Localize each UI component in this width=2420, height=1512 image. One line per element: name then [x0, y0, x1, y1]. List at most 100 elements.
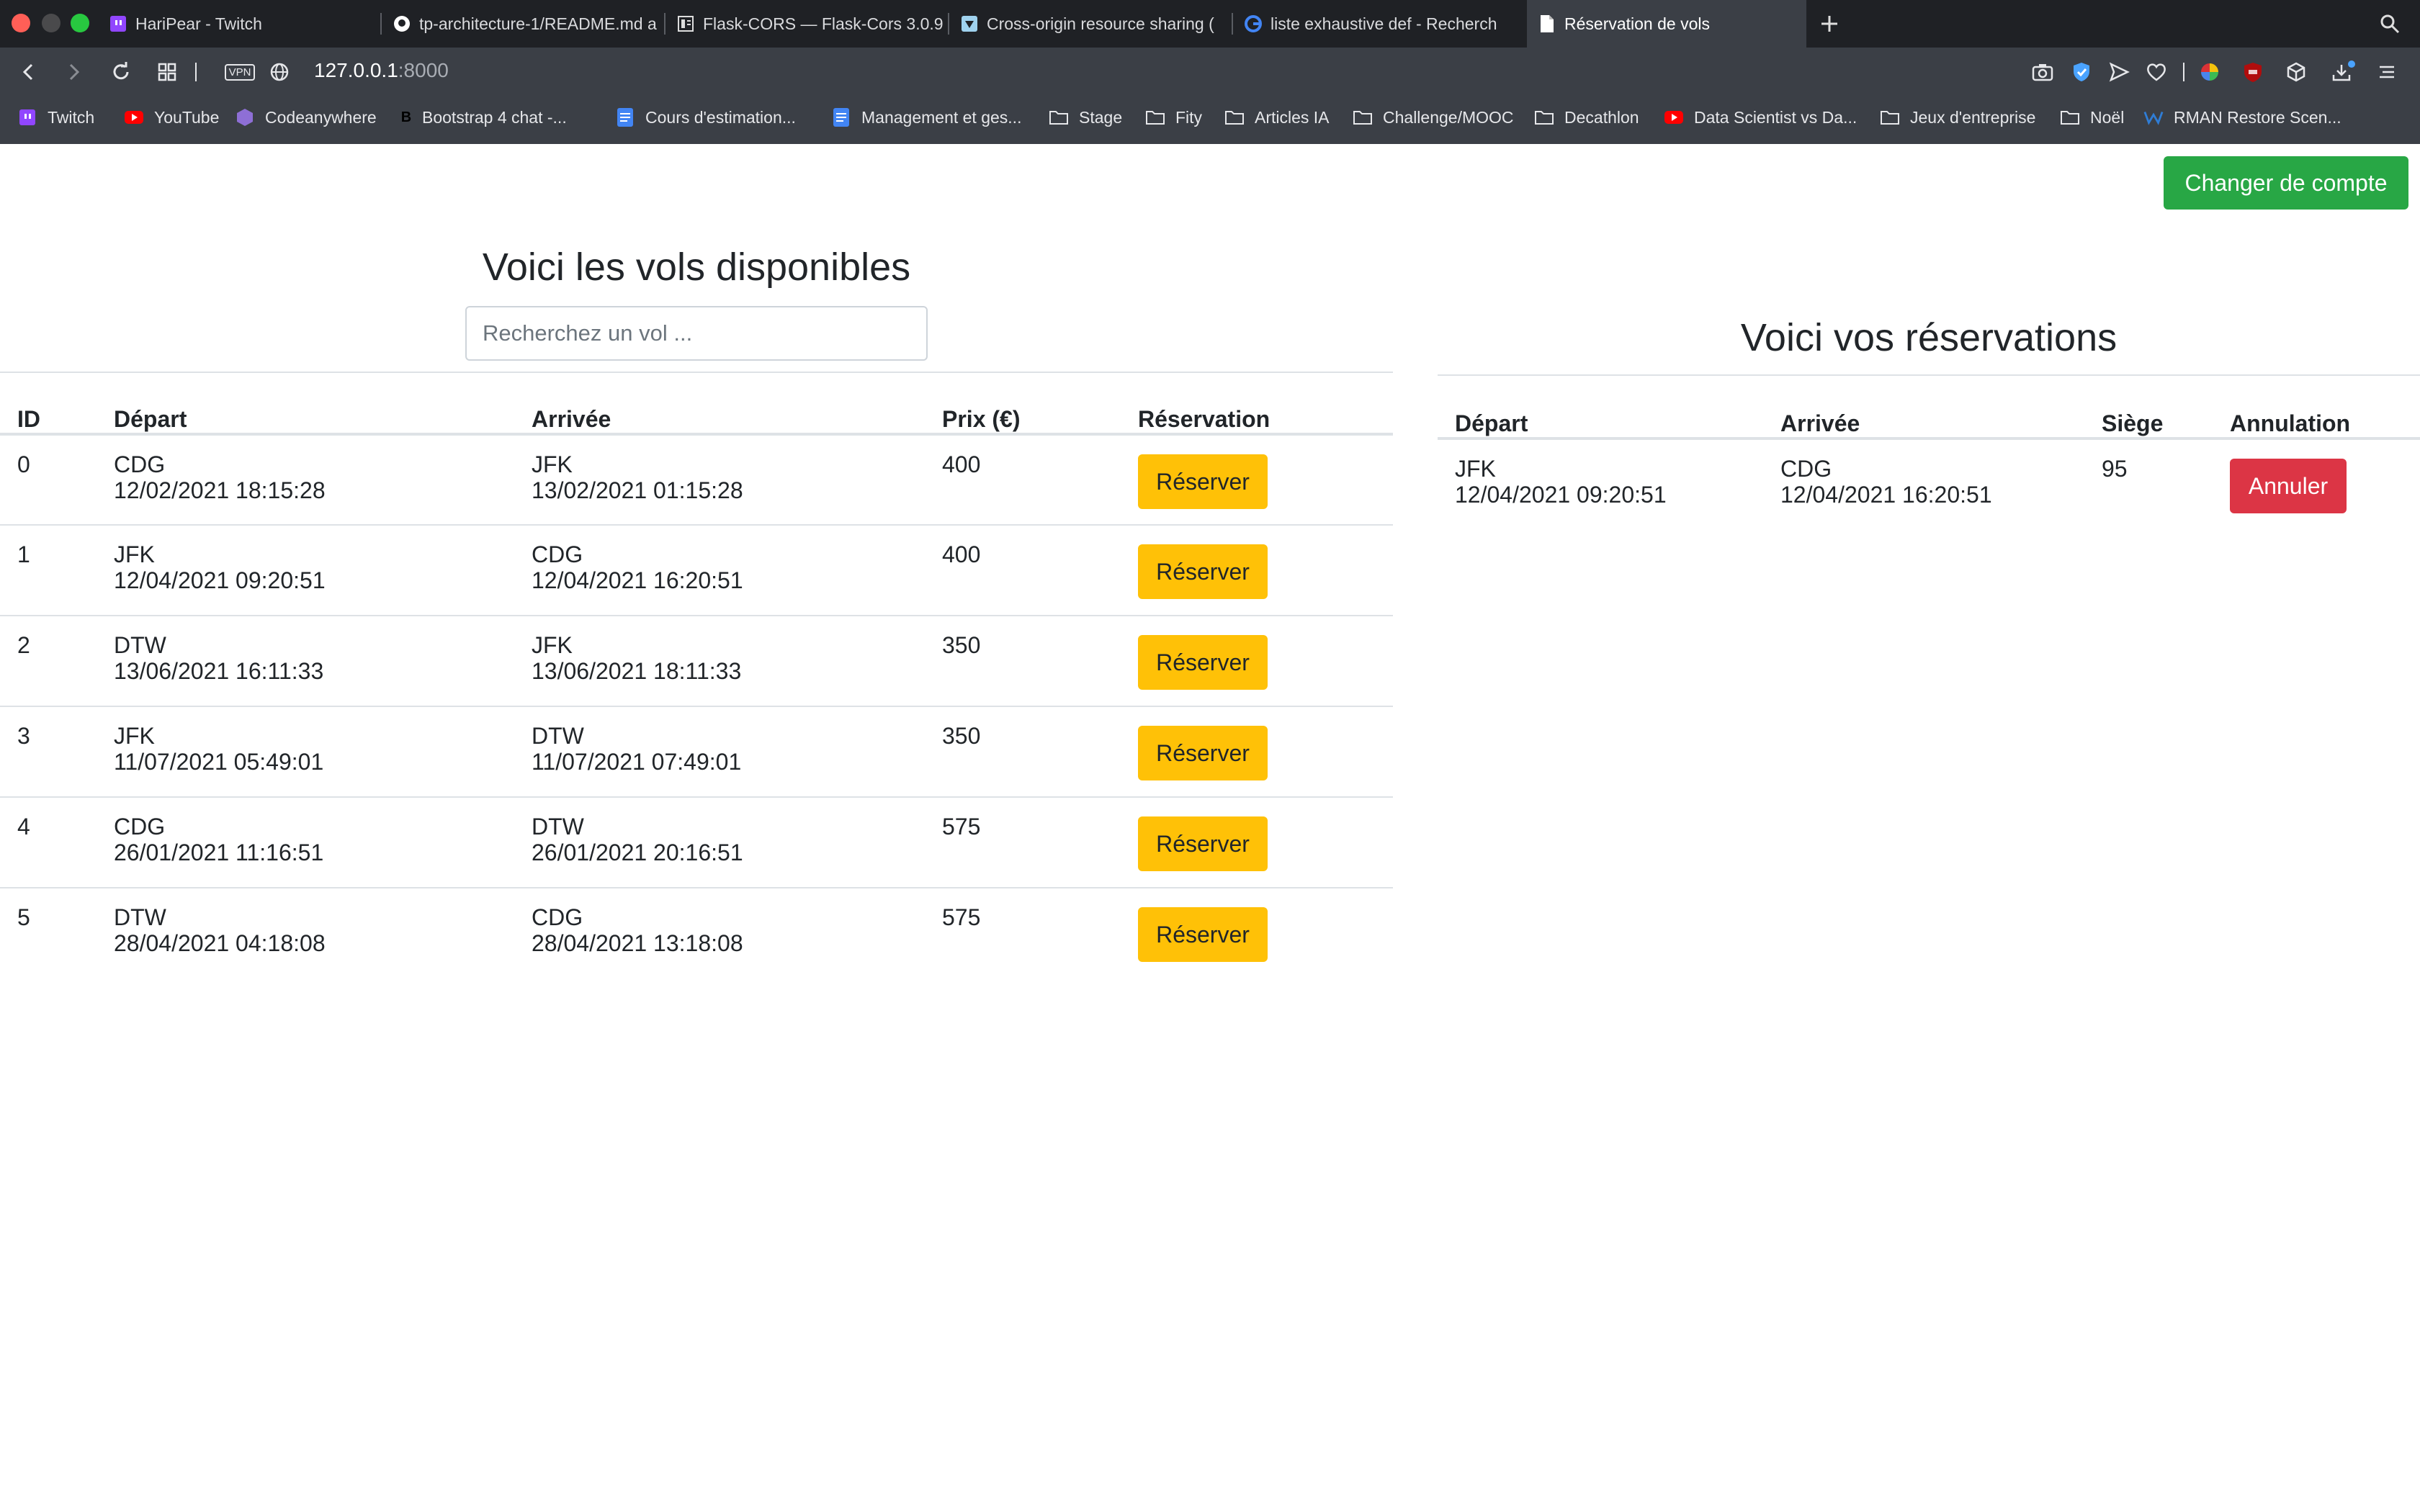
shield-icon[interactable] [2067, 58, 2096, 86]
camera-icon[interactable] [2028, 58, 2057, 86]
bookmark-folder-fity[interactable]: Fity [1145, 96, 1202, 138]
flight-departure: CDG 26/01/2021 11:16:51 [97, 797, 514, 888]
url-port: :8000 [398, 59, 449, 81]
globe-icon[interactable] [265, 58, 294, 86]
flight-action: Réserver [1121, 616, 1393, 706]
bookmark-twitch[interactable]: Twitch [17, 96, 94, 138]
reserve-button[interactable]: Réserver [1138, 454, 1268, 509]
bookmark-label: Challenge/MOOC [1383, 107, 1514, 127]
bookmark-label: Cours d'estimation... [645, 107, 796, 127]
flight-price: 350 [942, 632, 981, 658]
folder-icon [1049, 107, 1069, 127]
bookmark-folder-decathlon[interactable]: Decathlon [1534, 96, 1639, 138]
column-header-price: Prix (€) [942, 406, 1021, 432]
bookmark-folder-articles-ia[interactable]: Articles IA [1224, 96, 1330, 138]
new-tab-plus-icon[interactable] [1815, 9, 1844, 38]
browser-tab[interactable]: Cross-origin resource sharing ( [949, 0, 1230, 48]
bookmark-cours-estimation[interactable]: Cours d'estimation... [615, 96, 796, 138]
arrival-time: 12/04/2021 16:20:51 [1780, 482, 1992, 508]
tabs-grid-icon[interactable] [153, 58, 182, 86]
color-wheel-icon[interactable] [2195, 58, 2224, 86]
reload-icon[interactable] [107, 58, 135, 86]
arrival-time: 13/06/2021 18:11:33 [532, 658, 742, 684]
reservations-table: Départ Arrivée Siège Annulation JFK 12/04… [1438, 374, 2420, 531]
column-header-arrival: Arrivée [532, 406, 611, 432]
reserve-button[interactable]: Réserver [1138, 907, 1268, 962]
departure-time: 12/02/2021 18:15:28 [114, 477, 326, 503]
reservation-action: Annuler [2213, 438, 2420, 531]
browser-tab[interactable]: HariPear - Twitch [98, 0, 379, 48]
bookmark-folder-stage[interactable]: Stage [1049, 96, 1122, 138]
cube-icon[interactable] [2282, 58, 2311, 86]
switch-account-button[interactable]: Changer de compte [2164, 156, 2408, 210]
browser-tab-active[interactable]: Réservation de vols [1527, 0, 1806, 48]
flight-action: Réserver [1121, 888, 1393, 978]
close-window-button[interactable] [12, 14, 30, 32]
flight-search-input[interactable] [465, 306, 928, 361]
flight-id: 1 [17, 541, 30, 567]
bookmark-folder-noel[interactable]: Noël [2060, 96, 2124, 138]
flight-price: 400 [942, 451, 981, 477]
search-icon[interactable] [2375, 9, 2404, 38]
flight-arrival: DTW 11/07/2021 07:49:01 [514, 706, 925, 797]
column-header-departure: Départ [1455, 410, 1528, 436]
column-header-cancellation: Annulation [2230, 410, 2351, 436]
flight-price: 575 [942, 814, 981, 840]
vpn-badge[interactable]: VPN [220, 58, 259, 86]
send-icon[interactable] [2105, 58, 2133, 86]
document-icon [676, 14, 696, 34]
column-header-reservation: Réservation [1138, 406, 1270, 432]
page-icon [1537, 14, 1557, 34]
github-icon [392, 14, 412, 34]
bookmark-codeanywhere[interactable]: Codeanywhere [235, 96, 377, 138]
table-row: 5 DTW 28/04/2021 04:18:08 CDG 28/04/2021 1… [0, 888, 1393, 978]
reservations-title: Voici vos réservations [1740, 316, 2118, 359]
ublock-icon[interactable] [2238, 58, 2267, 86]
table-row: 1 JFK 12/04/2021 09:20:51 CDG 12/04/2021 1… [0, 525, 1393, 616]
reserve-button[interactable]: Réserver [1138, 816, 1268, 871]
reserve-button[interactable]: Réserver [1138, 544, 1268, 599]
flight-departure: CDG 12/02/2021 18:15:28 [97, 434, 514, 525]
bootstrap-icon: B [400, 109, 412, 125]
bookmark-folder-jeux[interactable]: Jeux d'entreprise [1880, 96, 2035, 138]
address-bar[interactable]: 127.0.0.1:8000 [314, 59, 449, 82]
browser-tab[interactable]: Flask-CORS — Flask-Cors 3.0.9 [666, 0, 946, 48]
table-header-row: Départ Arrivée Siège Annulation [1438, 375, 2420, 438]
browser-tab[interactable]: tp-architecture-1/README.md a [382, 0, 663, 48]
flight-arrival: JFK 13/02/2021 01:15:28 [514, 434, 925, 525]
cancel-button[interactable]: Annuler [2230, 459, 2347, 513]
bookmark-management[interactable]: Management et ges... [831, 96, 1021, 138]
bookmark-label: RMAN Restore Scen... [2174, 107, 2341, 127]
bookmark-bootstrap[interactable]: B Bootstrap 4 chat -... [400, 96, 567, 138]
vpn-label: VPN [224, 63, 256, 81]
browser-tab[interactable]: liste exhaustive def - Recherch [1233, 0, 1514, 48]
tab-label: HariPear - Twitch [135, 14, 262, 33]
forward-icon[interactable] [59, 58, 88, 86]
bookmark-label: Stage [1079, 107, 1123, 127]
bookmark-label: Management et ges... [861, 107, 1022, 127]
departure-code: JFK [114, 723, 155, 749]
heart-icon[interactable] [2142, 58, 2171, 86]
departure-time: 26/01/2021 11:16:51 [114, 840, 324, 865]
maximize-window-button[interactable] [71, 14, 89, 32]
flight-id: 5 [17, 904, 30, 930]
minimize-window-button[interactable] [42, 14, 60, 32]
bookmark-label: Decathlon [1564, 107, 1639, 127]
url-host: 127.0.0.1 [314, 59, 398, 81]
table-row: JFK 12/04/2021 09:20:51 CDG 12/04/2021 16:… [1438, 438, 2420, 531]
menu-icon[interactable] [2372, 58, 2401, 86]
bookmark-data-scientist[interactable]: Data Scientist vs Da... [1664, 96, 1857, 138]
reserve-button[interactable]: Réserver [1138, 726, 1268, 780]
bookmark-youtube[interactable]: YouTube [124, 96, 219, 138]
bookmark-label: Fity [1175, 107, 1203, 127]
bookmark-rman[interactable]: RMAN Restore Scen... [2143, 96, 2341, 138]
bookmark-folder-challenge[interactable]: Challenge/MOOC [1353, 96, 1514, 138]
reserve-button[interactable]: Réserver [1138, 635, 1268, 690]
column-header-id: ID [17, 406, 40, 432]
download-icon[interactable] [2329, 58, 2358, 86]
flight-departure: JFK 11/07/2021 05:49:01 [97, 706, 514, 797]
reservation-seat: 95 [2102, 456, 2128, 482]
bookmark-label: Articles IA [1255, 107, 1330, 127]
reservation-departure: JFK 12/04/2021 09:20:51 [1438, 438, 1763, 531]
back-icon[interactable] [14, 58, 43, 86]
